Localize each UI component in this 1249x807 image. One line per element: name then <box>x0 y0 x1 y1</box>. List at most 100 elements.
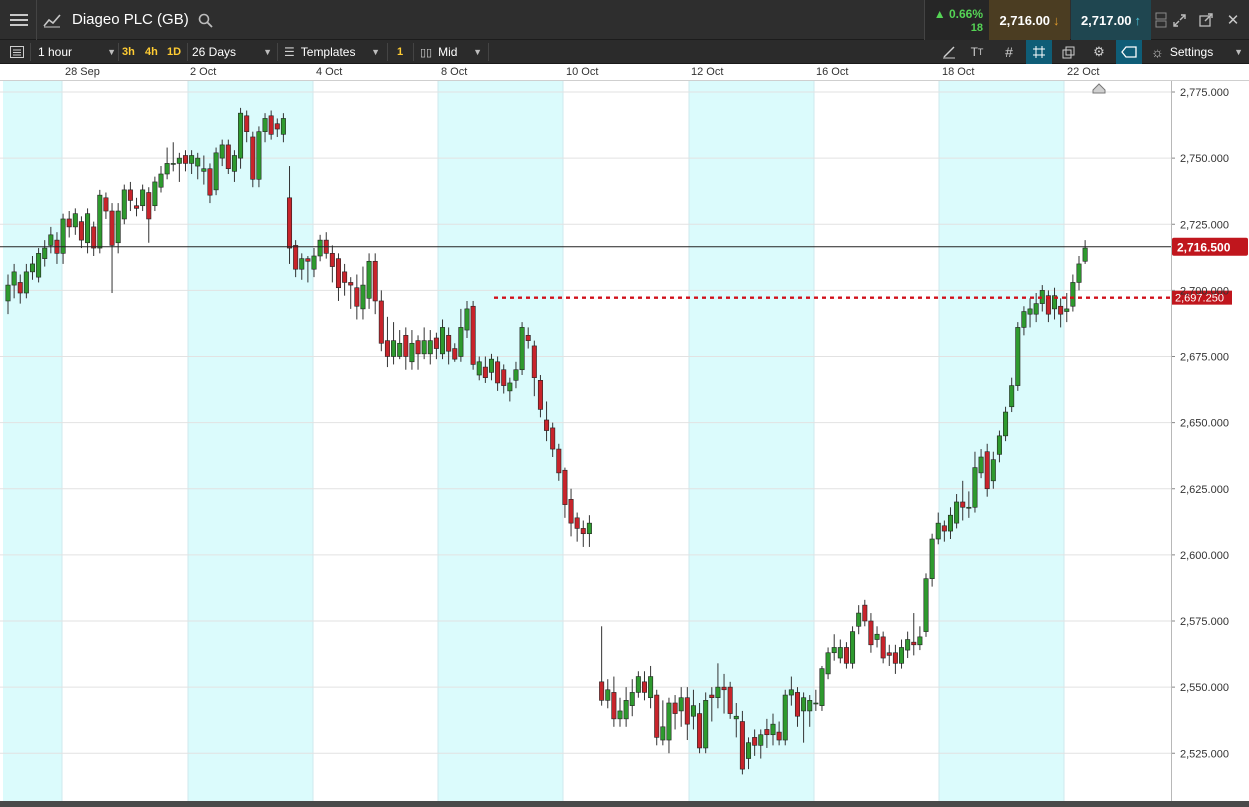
templates-dropdown[interactable]: ☰ Templates ▼ <box>284 40 380 64</box>
settings-button[interactable]: ☼ Settings ▼ <box>1151 40 1243 64</box>
chevron-down-icon: ▼ <box>107 47 116 57</box>
candle <box>354 274 360 320</box>
candle <box>1082 240 1088 264</box>
interval-label: 1 hour <box>38 45 73 59</box>
chevron-down-icon: ▼ <box>473 47 482 57</box>
candle <box>397 330 403 360</box>
scroll-marker-icon[interactable] <box>1092 83 1106 94</box>
interval-1d-button[interactable]: 1D <box>167 40 181 64</box>
top-bar: Diageo PLC (GB) ▲ 0.66% 18 2,716.00 ↓ 2,… <box>0 0 1249 40</box>
layout-icon[interactable] <box>1152 0 1170 40</box>
candle <box>623 687 629 727</box>
candle <box>164 147 170 180</box>
candle <box>611 676 617 727</box>
candle <box>843 642 849 669</box>
candle <box>250 131 256 188</box>
copy-icon[interactable] <box>1058 40 1080 64</box>
candle <box>862 599 868 627</box>
candle <box>629 679 635 717</box>
candle <box>929 533 935 587</box>
candle <box>850 626 856 669</box>
candle <box>586 515 592 547</box>
instrument-title[interactable]: Diageo PLC (GB) <box>72 11 189 28</box>
price-tick-label: 2,675.000 <box>1180 352 1229 364</box>
candle <box>103 192 109 219</box>
candle <box>97 189 103 254</box>
buy-button[interactable]: 2,717.00 ↑ <box>1071 0 1151 40</box>
candle <box>78 216 84 249</box>
chevron-down-icon: ▼ <box>371 47 380 57</box>
menu-icon[interactable] <box>4 0 34 40</box>
candle <box>727 681 733 719</box>
candle <box>427 330 433 365</box>
candle <box>874 626 880 648</box>
draw-line-icon[interactable] <box>938 40 960 64</box>
candle <box>317 234 323 262</box>
candle <box>323 232 329 259</box>
session-band <box>188 81 313 801</box>
candle <box>905 631 911 659</box>
candle <box>831 634 837 661</box>
session-band <box>438 81 563 801</box>
candle <box>225 139 231 174</box>
candle <box>519 322 525 376</box>
price-type-label: Mid <box>438 45 458 59</box>
candle <box>470 300 476 370</box>
list-icon[interactable] <box>6 40 28 64</box>
candle <box>1003 406 1009 442</box>
candle <box>856 605 862 635</box>
range-dropdown[interactable]: 26 Days ▼ <box>192 40 272 64</box>
close-icon[interactable]: ✕ <box>1222 0 1244 40</box>
text-tool-icon[interactable]: TT <box>966 40 988 64</box>
crosshair-icon[interactable] <box>1026 40 1052 64</box>
sell-button[interactable]: 2,716.00 ↓ <box>989 0 1070 40</box>
price-chart[interactable]: 2,716.5002,697.250 2,775.0002,750.0002,7… <box>0 81 1249 801</box>
candle <box>378 290 384 352</box>
search-icon[interactable] <box>194 0 216 40</box>
candle <box>923 573 929 637</box>
session-band <box>3 81 62 801</box>
candle <box>1015 322 1021 391</box>
candle <box>568 488 574 537</box>
candle <box>152 176 158 212</box>
candle <box>342 263 348 296</box>
candle <box>617 697 623 727</box>
price-type-dropdown[interactable]: ▯▯ Mid ▼ <box>420 40 482 64</box>
alert-icon[interactable]: ⚙ <box>1088 40 1110 64</box>
chevron-down-icon: ▼ <box>1234 47 1243 57</box>
interval-4h-button[interactable]: 4h <box>145 40 158 64</box>
candle <box>335 253 341 301</box>
chart-area[interactable]: 2,716.500 2,697.250 2,775.000 2,750.000 2,7… <box>0 81 1249 801</box>
chart-toolbar: 1 hour ▼ 3h 4h 1D 26 Days ▼ ☰ Templates … <box>0 40 1249 64</box>
candle <box>115 203 121 254</box>
candle <box>384 316 390 368</box>
indicator-count-badge[interactable]: 1 <box>397 40 403 64</box>
candle <box>329 245 335 283</box>
candle <box>72 208 78 235</box>
expand-icon[interactable] <box>1170 0 1188 40</box>
gear-icon: ☼ <box>1151 44 1164 60</box>
grid-icon[interactable]: # <box>998 40 1020 64</box>
date-axis: 28 Sep 2 Oct 4 Oct 8 Oct 10 Oct 12 Oct 1… <box>0 64 1249 81</box>
candle <box>170 142 176 172</box>
candle <box>140 184 146 212</box>
price-tag-icon[interactable] <box>1116 40 1142 64</box>
candle <box>182 150 188 172</box>
arrow-up-icon: ↑ <box>1134 12 1142 28</box>
candle <box>36 248 42 283</box>
price-tick-label: 2,650.000 <box>1180 418 1229 430</box>
interval-dropdown[interactable]: 1 hour ▼ <box>38 40 116 64</box>
candle <box>984 443 990 497</box>
candle <box>641 671 647 701</box>
scrollbar[interactable] <box>0 801 1249 807</box>
candle <box>121 184 127 225</box>
candle <box>599 626 605 706</box>
candle <box>678 687 684 727</box>
popout-icon[interactable] <box>1196 0 1216 40</box>
chart-type-icon[interactable] <box>36 0 67 40</box>
date-tick-label: 12 Oct <box>691 66 724 78</box>
interval-3h-button[interactable]: 3h <box>122 40 135 64</box>
range-label: 26 Days <box>192 45 237 59</box>
date-tick-label: 28 Sep <box>65 66 100 78</box>
candle <box>703 692 709 754</box>
